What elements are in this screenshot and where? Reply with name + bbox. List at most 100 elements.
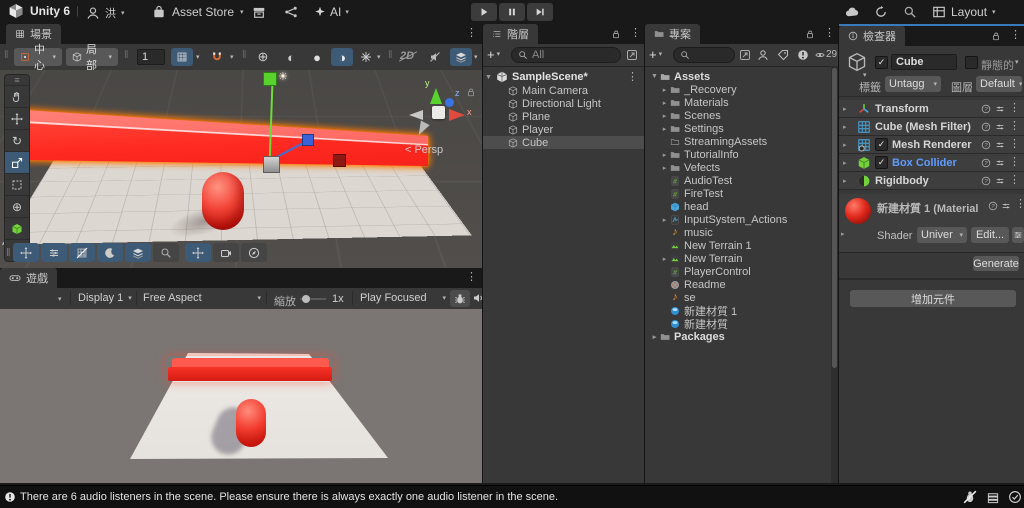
lock-icon[interactable]	[991, 31, 1001, 41]
palette-drag-handle[interactable]: ≡	[5, 75, 29, 86]
rotate-tool-button[interactable]: ↻	[5, 130, 29, 152]
component-enabled-checkbox[interactable]: ✓	[875, 138, 888, 151]
zoom-slider-thumb[interactable]	[302, 295, 310, 303]
hierarchy-search-input[interactable]: All	[511, 47, 621, 63]
project-item-row[interactable]: ▸ _Recovery	[645, 83, 831, 96]
material-preview-sphere[interactable]	[845, 198, 871, 224]
expand-arrow[interactable]: ▸	[659, 86, 670, 94]
account-menu[interactable]: 洪 ▾	[86, 5, 125, 21]
project-search-input[interactable]	[673, 47, 735, 63]
overlay-move-button[interactable]	[12, 243, 39, 262]
archive-icon[interactable]	[252, 5, 266, 19]
help-icon[interactable]: ?	[981, 176, 991, 186]
component-row[interactable]: ▸ ✓ Mesh Renderer? ⋮	[839, 136, 1024, 154]
overlay-camera-button[interactable]	[212, 243, 239, 262]
lock-icon[interactable]	[611, 29, 621, 39]
expand-arrow[interactable]: ▸	[843, 177, 853, 185]
component-kebab[interactable]: ⋮	[1009, 121, 1020, 132]
object-preview-icon[interactable]	[847, 52, 867, 72]
project-item-row[interactable]: StreamingAssets	[645, 135, 831, 148]
static-caret[interactable]: ▾	[1015, 59, 1019, 66]
gizmo-filled-button[interactable]: ●	[306, 48, 328, 66]
static-checkbox[interactable]	[965, 56, 978, 69]
gizmo-crescent-button[interactable]: ◑	[331, 48, 353, 66]
directional-light-icon[interactable]: ☀	[278, 70, 288, 83]
transform-tool-button[interactable]: ⊕	[5, 196, 29, 218]
tag-dropdown[interactable]: Untagg ▾	[885, 76, 941, 92]
expand-arrow[interactable]: ▸	[843, 141, 853, 149]
component-row[interactable]: ▸ ✓ Box Collider? ⋮	[839, 154, 1024, 172]
open-search-window-icon[interactable]	[626, 49, 638, 61]
axis-y-cone[interactable]	[430, 88, 442, 104]
preset-icon[interactable]	[995, 140, 1005, 150]
project-item-row[interactable]: ▸ New Terrain	[645, 252, 831, 265]
project-item-row[interactable]: ▸ Settings	[645, 122, 831, 135]
component-enabled-checkbox[interactable]: ✓	[875, 156, 888, 169]
project-item-row[interactable]: ▸ Vefects	[645, 161, 831, 174]
history-icon[interactable]	[874, 5, 888, 19]
importance-icon[interactable]	[797, 49, 809, 61]
overlay-drag-handle[interactable]: ‖	[6, 247, 11, 259]
generate-button[interactable]: Generate	[973, 256, 1019, 271]
mode-2d-toggle[interactable]: 2D	[398, 50, 418, 62]
expand-arrow[interactable]: ▸	[659, 164, 670, 172]
inspector-menu-kebab[interactable]: ⋮	[1010, 30, 1021, 41]
debugger-disabled-icon[interactable]	[963, 490, 977, 504]
grid-snapping-caret[interactable]: ▾	[196, 54, 200, 61]
gizmo-crosshair-button[interactable]: ⊕	[252, 48, 274, 66]
axis-center-cube[interactable]	[432, 106, 445, 119]
expand-arrow[interactable]: ▸	[649, 333, 660, 341]
material-kebab[interactable]: ⋮	[1015, 199, 1024, 210]
project-item-row[interactable]: ▸ Materials	[645, 96, 831, 109]
object-name-input[interactable]	[891, 54, 957, 70]
overlay-layers-button[interactable]	[124, 243, 151, 262]
active-checkbox[interactable]: ✓	[875, 56, 888, 69]
component-kebab[interactable]: ⋮	[1009, 139, 1020, 150]
gizmo-lock-icon[interactable]	[466, 87, 476, 97]
cloud-icon[interactable]	[845, 5, 859, 19]
project-item-row[interactable]: # FireTest	[645, 187, 831, 200]
help-icon[interactable]: ?	[981, 122, 991, 132]
project-item-row[interactable]: # PlayerControl	[645, 265, 831, 278]
cache-icon[interactable]	[986, 490, 1000, 504]
project-item-row[interactable]: ▼ Assets	[645, 70, 831, 83]
pause-button[interactable]	[499, 3, 525, 21]
hidden-count-toggle[interactable]: 29	[815, 49, 837, 60]
play-focused-dropdown[interactable]: Play Focused ▾	[360, 292, 446, 304]
project-item-row[interactable]: 新建材質	[645, 317, 831, 331]
hierarchy-item-row[interactable]: Directional Light	[483, 97, 644, 110]
game-viewport[interactable]	[0, 309, 482, 483]
axis-z-ball[interactable]	[445, 98, 454, 107]
axis-gray-cone-down[interactable]	[414, 120, 430, 138]
tool-orientation-dropdown[interactable]: 局部 ▾	[66, 44, 118, 72]
custom-tool-button[interactable]	[5, 218, 29, 240]
component-kebab[interactable]: ⋮	[1009, 157, 1020, 168]
game-menu-kebab[interactable]: ⋮	[466, 272, 477, 283]
preset-icon[interactable]	[1001, 201, 1011, 211]
hand-tool-button[interactable]	[5, 86, 29, 108]
game-stats-button[interactable]	[450, 290, 470, 307]
ai-menu[interactable]: AI ▾	[314, 5, 349, 19]
persp-toggle[interactable]: < Persp	[405, 144, 443, 156]
expand-arrow[interactable]: ▸	[843, 123, 853, 131]
expand-arrow[interactable]: ▸	[843, 159, 853, 167]
expand-arrow[interactable]: ▼	[649, 73, 660, 80]
snap-increment-input[interactable]	[137, 49, 165, 65]
gizmo-x-handle[interactable]	[333, 154, 346, 167]
expand-arrow[interactable]: ▸	[843, 105, 853, 113]
overlay-move2-button[interactable]	[184, 243, 211, 262]
shader-sliders-button[interactable]	[1012, 227, 1024, 243]
hierarchy-item-row[interactable]: Cube	[483, 136, 644, 149]
help-icon[interactable]: ?	[988, 201, 998, 211]
tab-game[interactable]: 遊戲	[0, 268, 57, 288]
tab-inspector[interactable]: 檢查器	[839, 26, 905, 46]
component-row[interactable]: ▸ Transform? ⋮	[839, 100, 1024, 118]
asset-store-menu[interactable]: Asset Store ▾	[152, 5, 244, 19]
red-capsule[interactable]	[202, 172, 244, 230]
gizmo-halfshaded-button[interactable]: ◐	[280, 48, 302, 66]
add-component-button[interactable]: 增加元件	[850, 290, 1016, 307]
help-icon[interactable]: ?	[981, 104, 991, 114]
zoom-slider[interactable]	[300, 295, 326, 303]
overlay-compass-button[interactable]	[240, 243, 267, 262]
project-item-row[interactable]: # AudioTest	[645, 174, 831, 187]
